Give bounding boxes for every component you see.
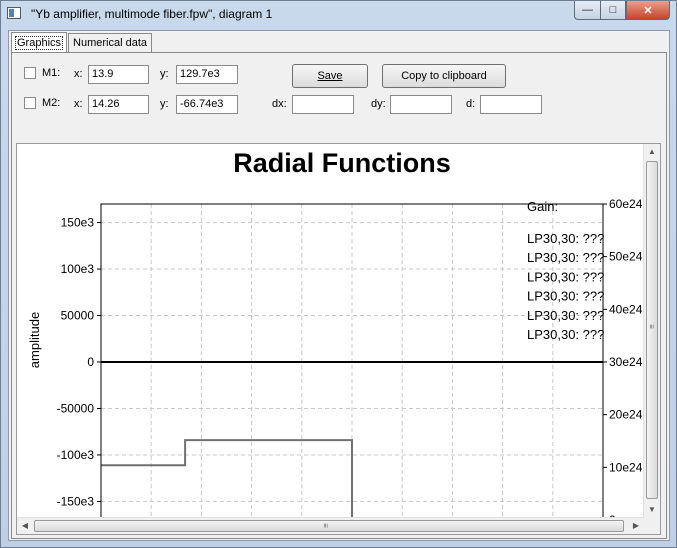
scroll-up-arrow[interactable]: ▲: [644, 144, 660, 160]
m2-x-label: x:: [74, 98, 83, 110]
radial-functions-chart[interactable]: Radial Functions amplitude 0246810121416…: [17, 144, 644, 518]
y-axis-label: amplitude: [27, 312, 42, 368]
m2-y-label: y:: [160, 98, 169, 110]
y2-tick-label: 50e24: [609, 250, 643, 264]
window-title: "Yb amplifier, multimode fiber.fpw", dia…: [31, 7, 273, 21]
y-tick-label: 0: [87, 355, 94, 369]
app-icon: [7, 7, 21, 19]
title-bar[interactable]: "Yb amplifier, multimode fiber.fpw", dia…: [1, 1, 676, 29]
tab-strip: Graphics Numerical data: [11, 32, 153, 53]
m1-checkbox[interactable]: [24, 67, 36, 79]
dx-field[interactable]: [292, 95, 354, 114]
horizontal-grip: ≡: [320, 523, 330, 528]
tab-numerical-data[interactable]: Numerical data: [68, 33, 153, 52]
dy-field[interactable]: [390, 95, 452, 114]
maximize-button[interactable]: □: [600, 1, 626, 20]
scroll-left-arrow[interactable]: ◀: [17, 518, 33, 534]
tab-graphics[interactable]: Graphics: [11, 32, 68, 52]
app-window: "Yb amplifier, multimode fiber.fpw", dia…: [0, 0, 677, 548]
m2-y-field[interactable]: -66.74e3: [176, 95, 238, 114]
vertical-grip: ≡: [646, 324, 656, 329]
m1-x-label: x:: [74, 68, 83, 80]
y2-tick-label: 60e24: [609, 197, 643, 211]
m1-x-field[interactable]: 13.9: [88, 65, 149, 84]
legend-entry: LP30,30: ???: [527, 250, 604, 265]
tab-numerical-data-label: Numerical data: [73, 37, 148, 49]
y-tick-label: -150e3: [57, 494, 95, 508]
d-field[interactable]: [480, 95, 542, 114]
close-button[interactable]: ✕: [626, 1, 670, 20]
y2-tick-label: 40e24: [609, 302, 643, 316]
scrollbar-corner: [644, 518, 660, 534]
chart-title: Radial Functions: [233, 148, 451, 178]
minimize-button[interactable]: —: [574, 1, 600, 20]
dx-label: dx:: [272, 98, 287, 110]
horizontal-scrollbar[interactable]: ◀ ≡ ▶: [17, 517, 644, 534]
m1-y-label: y:: [160, 68, 169, 80]
copy-to-clipboard-button[interactable]: Copy to clipboard: [382, 64, 506, 88]
series-line-1: [101, 439, 353, 518]
y-tick-label: 100e3: [61, 262, 95, 276]
horizontal-scroll-thumb[interactable]: ≡: [34, 520, 624, 532]
m1-y-field[interactable]: 129.7e3: [176, 65, 238, 84]
client-area: Graphics Numerical data M1: x: 13.9 y: 1…: [8, 30, 670, 541]
m2-x-field[interactable]: 14.26: [88, 95, 149, 114]
caption-buttons: — □ ✕: [574, 1, 670, 21]
save-button-label: Save: [317, 70, 343, 82]
y2-tick-label: 10e24: [609, 460, 643, 474]
y2-tick-label: 30e24: [609, 355, 643, 369]
y-tick-label: 150e3: [61, 216, 95, 230]
y2-tick-label: 20e24: [609, 408, 643, 422]
vertical-scrollbar[interactable]: ▲ ≡ ▼: [643, 144, 660, 518]
plot-area: Radial Functions amplitude 0246810121416…: [16, 143, 661, 535]
tab-graphics-label: Graphics: [14, 35, 64, 50]
vertical-scroll-thumb[interactable]: ≡: [646, 161, 658, 499]
legend-entry: LP30,30: ???: [527, 289, 604, 304]
m2-checkbox[interactable]: [24, 97, 36, 109]
legend-entry: LP30,30: ???: [527, 308, 604, 323]
save-button[interactable]: Save: [292, 64, 368, 88]
legend-heading: Gain:: [527, 199, 558, 214]
legend-entry: LP30,30: ???: [527, 327, 604, 342]
scroll-right-arrow[interactable]: ▶: [628, 518, 644, 534]
d-label: d:: [466, 98, 476, 110]
legend-entry: LP30,30: ???: [527, 269, 604, 284]
m1-label: M1:: [42, 67, 61, 79]
y-tick-label: 50000: [61, 309, 95, 323]
y-tick-label: -100e3: [57, 448, 95, 462]
dy-label: dy:: [371, 98, 386, 110]
copy-button-label: Copy to clipboard: [401, 70, 487, 82]
scroll-down-arrow[interactable]: ▼: [644, 502, 660, 518]
graphics-panel: M1: x: 13.9 y: 129.7e3 Save Copy to clip…: [11, 52, 667, 539]
y-tick-label: -50000: [57, 401, 95, 415]
legend-entry: LP30,30: ???: [527, 231, 604, 246]
m2-label: M2:: [42, 97, 61, 109]
